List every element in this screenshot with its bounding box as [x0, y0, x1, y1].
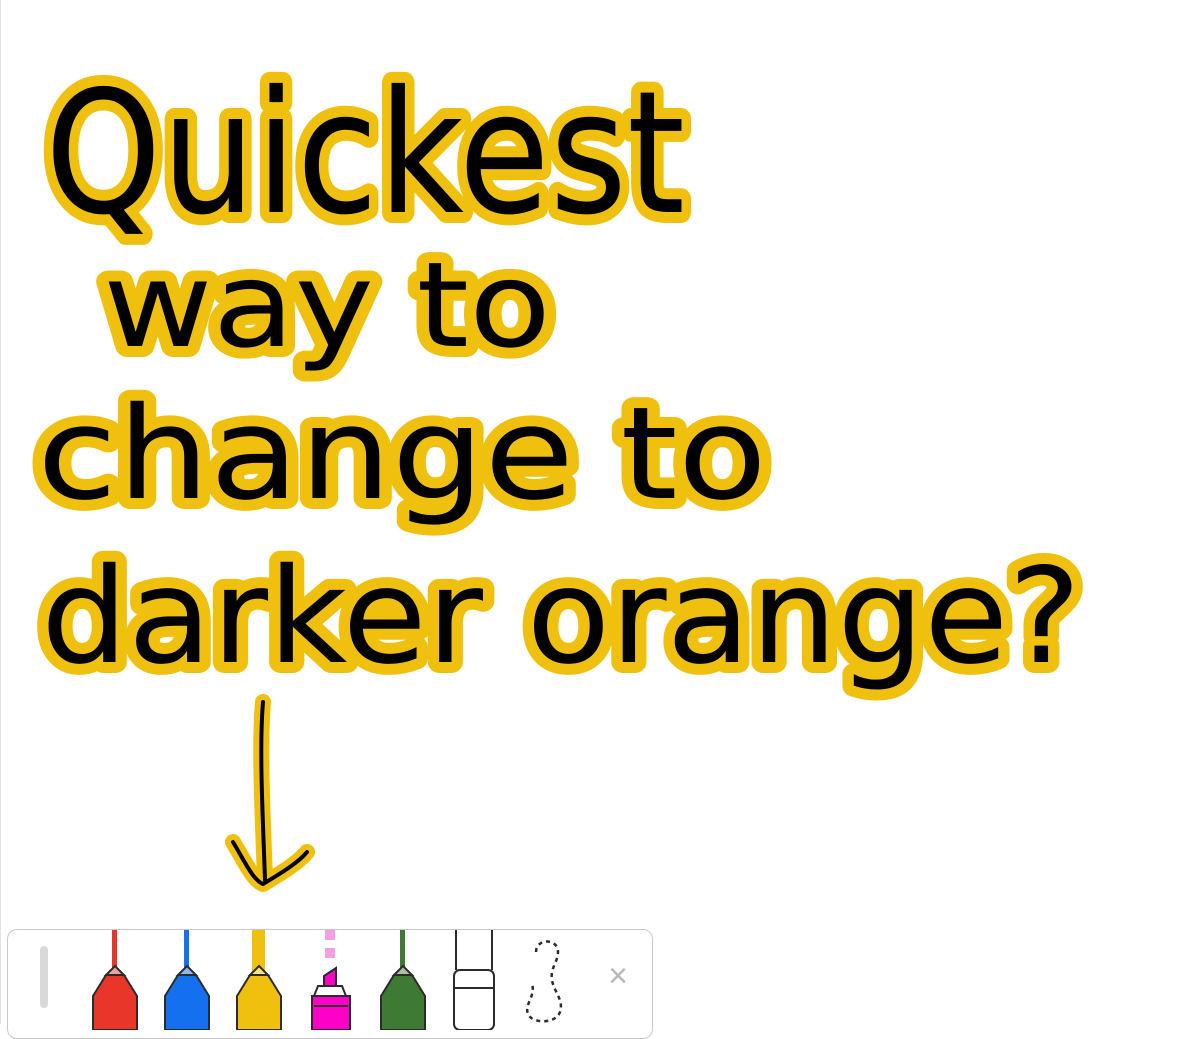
pen-tool-blue[interactable]: [162, 930, 212, 1030]
note-line-4: darker orange?: [41, 540, 1081, 694]
eraser-icon: [453, 930, 495, 1030]
lasso-tool[interactable]: [522, 930, 572, 1030]
drawing-canvas[interactable]: Quickest way to change to darker orange?: [0, 0, 1200, 1039]
highlighter-tool-pink[interactable]: [306, 930, 356, 1030]
handwriting-layer: Quickest way to change to darker orange?: [26, 44, 1092, 892]
pen-tool-yellow[interactable]: [234, 930, 284, 1030]
note-line-2: way to: [103, 236, 551, 374]
toolbar-drag-handle[interactable]: [40, 946, 48, 1008]
pen-icon: [236, 930, 282, 1030]
pen-icon: [92, 930, 138, 1030]
close-icon[interactable]: ×: [600, 958, 636, 994]
pen-tool-green[interactable]: [378, 930, 428, 1030]
lasso-icon: [525, 940, 563, 1023]
highlighter-icon: [311, 930, 351, 1030]
down-arrow-drawing: [225, 694, 315, 892]
note-line-1: Quickest: [45, 55, 685, 253]
pen-icon: [164, 930, 210, 1030]
note-line-3: change to: [37, 380, 767, 529]
pen-icon: [380, 930, 426, 1030]
pen-tool-red[interactable]: [90, 930, 140, 1030]
drawing-toolbar: ×: [7, 929, 653, 1039]
eraser-tool[interactable]: [450, 930, 500, 1030]
